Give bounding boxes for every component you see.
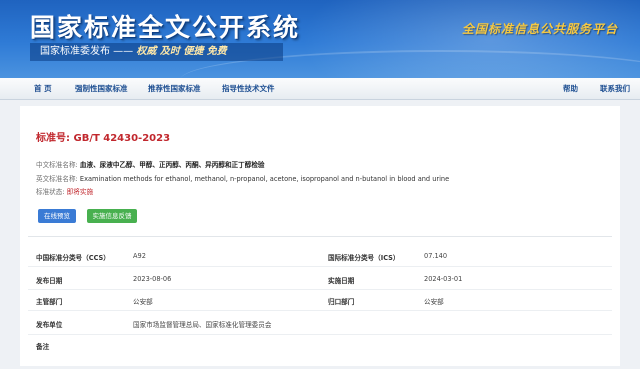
online-preview-button[interactable]: 在线预览 bbox=[38, 209, 76, 223]
ics-label: 国际标准分类号（ICS） bbox=[328, 254, 400, 262]
implementation-feedback-button[interactable]: 实施信息反馈 bbox=[87, 209, 137, 223]
platform-slogan: 全国标准信息公共服务平台 bbox=[462, 22, 619, 36]
tagline-prefix: 国家标准委发布 —— bbox=[40, 46, 137, 57]
nav-mandatory-standards[interactable]: 强制性国家标准 bbox=[75, 78, 128, 100]
implement-date-label: 实施日期 bbox=[328, 277, 355, 285]
centralized-dept-label: 归口部门 bbox=[328, 298, 355, 306]
nav-contact-us[interactable]: 联系我们 bbox=[600, 78, 630, 100]
standard-detail-panel: 标准号: GB/T 42430-2023 中文标准名称: 血液、尿液中乙醇、甲醇… bbox=[20, 106, 620, 366]
standard-number: 标准号: GB/T 42430-2023 bbox=[36, 129, 170, 144]
cn-name-value: 血液、尿液中乙醇、甲醇、正丙醇、丙酮、异丙醇和正丁醇检验 bbox=[79, 161, 265, 169]
ics-value: 07.140 bbox=[424, 252, 448, 260]
row-divider bbox=[28, 289, 612, 290]
en-name-label: 英文标准名称: bbox=[36, 175, 78, 183]
tagline-motto: 权威 及时 便捷 免费 bbox=[136, 46, 227, 57]
remarks-label: 备注 bbox=[36, 343, 50, 351]
status-badge: 即将实施 bbox=[66, 188, 94, 196]
competent-dept-label: 主管部门 bbox=[36, 298, 63, 306]
centralized-dept-value: 公安部 bbox=[424, 298, 444, 306]
publish-date-label: 发布日期 bbox=[36, 277, 63, 285]
standard-number-value: GB/T 42430-2023 bbox=[73, 133, 171, 144]
nav-guiding-documents[interactable]: 指导性技术文件 bbox=[222, 78, 275, 100]
issuer-label: 发布单位 bbox=[36, 321, 63, 329]
en-name-value: Examination methods for ethanol, methano… bbox=[79, 175, 450, 183]
row-divider bbox=[28, 310, 612, 311]
status-row: 标准状态: 即将实施 bbox=[36, 186, 93, 196]
section-divider bbox=[28, 236, 612, 237]
nav-home[interactable]: 首 页 bbox=[34, 78, 52, 100]
nav-recommended-standards[interactable]: 推荐性国家标准 bbox=[148, 78, 201, 100]
site-tagline: 国家标准委发布 —— 权威 及时 便捷 免费 bbox=[30, 43, 283, 61]
nav-help[interactable]: 帮助 bbox=[563, 78, 578, 100]
implement-date-value: 2024-03-01 bbox=[424, 275, 463, 283]
site-header-banner: 国家标准全文公开系统 国家标准委发布 —— 权威 及时 便捷 免费 全国标准信息… bbox=[0, 0, 640, 78]
cn-name-label: 中文标准名称: bbox=[36, 161, 78, 169]
row-divider bbox=[28, 266, 612, 267]
issuer-value: 国家市场监督管理总局、国家标准化管理委员会 bbox=[133, 321, 272, 329]
ccs-value: A92 bbox=[133, 252, 146, 260]
status-label: 标准状态: bbox=[36, 188, 65, 196]
en-name-row: 英文标准名称: Examination methods for ethanol,… bbox=[36, 173, 449, 183]
row-divider bbox=[28, 334, 612, 335]
ccs-label: 中国标准分类号（CCS） bbox=[36, 254, 110, 262]
site-title: 国家标准全文公开系统 bbox=[30, 13, 301, 42]
cn-name-row: 中文标准名称: 血液、尿液中乙醇、甲醇、正丙醇、丙酮、异丙醇和正丁醇检验 bbox=[36, 159, 265, 169]
competent-dept-value: 公安部 bbox=[133, 298, 153, 306]
standard-number-label: 标准号: bbox=[36, 133, 70, 144]
publish-date-value: 2023-08-06 bbox=[133, 275, 172, 283]
main-navbar: 首 页 强制性国家标准 推荐性国家标准 指导性技术文件 帮助 联系我们 bbox=[0, 78, 640, 100]
